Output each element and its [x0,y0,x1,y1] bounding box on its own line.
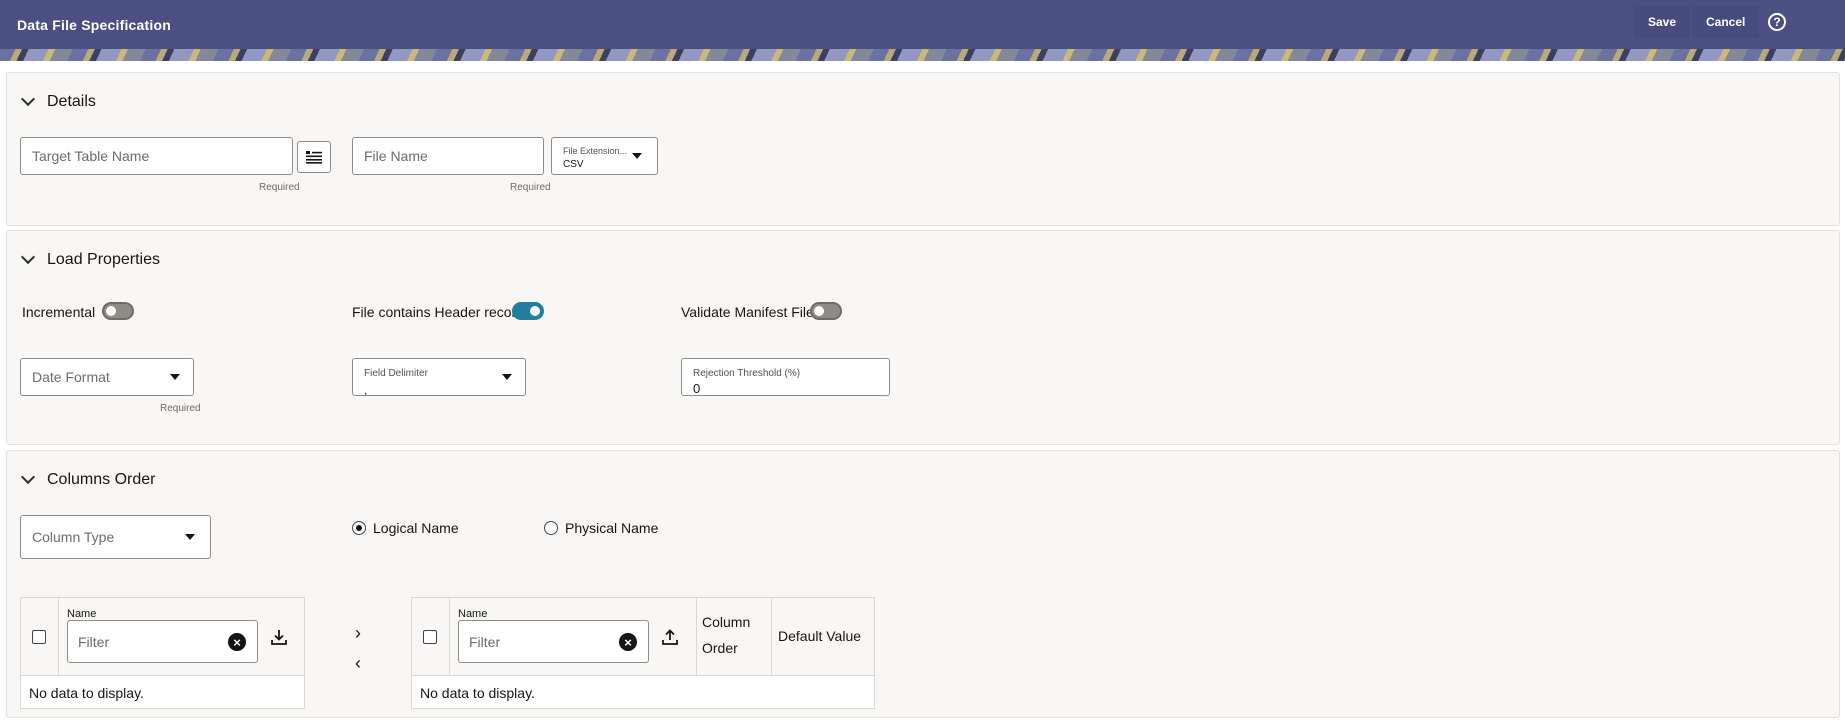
validate-manifest-toggle[interactable] [810,302,842,320]
field-delimiter-select[interactable]: Field Delimiter , [352,358,526,397]
column-type-select[interactable]: Column Type [20,515,211,559]
table-header: Name Filter × Column Order Default Value [412,598,874,676]
chevron-down-icon [170,374,180,380]
date-format-select[interactable]: Date Format [20,358,194,396]
validate-manifest-label: Validate Manifest File [681,304,814,320]
details-header[interactable]: Details [20,91,96,111]
date-format-required-hint: Required [160,403,201,414]
page-title: Data File Specification [17,17,171,33]
upload-icon[interactable] [661,628,679,646]
radio-button[interactable] [352,521,366,535]
radio-logical-name[interactable]: Logical Name [352,520,459,536]
cancel-button[interactable]: Cancel [1692,6,1760,38]
target-table-name-placeholder: Target Table Name [32,148,150,164]
radio-logical-name-label: Logical Name [373,520,459,536]
columns-order-title: Columns Order [47,471,156,488]
file-name-placeholder: File Name [364,148,428,164]
load-properties-title: Load Properties [47,251,160,268]
download-icon[interactable] [270,628,288,646]
details-title: Details [47,93,96,110]
chevron-down-icon [185,534,195,540]
header-record-label: File contains Header record [352,304,524,320]
target-table-required-hint: Required [259,182,300,193]
rejection-threshold-label: Rejection Threshold (%) [693,368,801,379]
select-all-checkbox[interactable] [423,630,437,644]
chevron-down-icon[interactable] [20,469,36,485]
load-properties-header[interactable]: Load Properties [20,249,160,269]
name-column-header: Name [458,608,488,620]
app-header: Data File Specification Save Cancel ? [0,0,1845,61]
empty-message: No data to display. [29,685,144,701]
file-extension-select[interactable]: File Extension... CSV [551,137,658,175]
header-record-toggle[interactable] [512,302,544,320]
field-delimiter-label: Field Delimiter [364,368,428,379]
chevron-down-icon [502,374,512,380]
move-left-icon[interactable]: ‹ [355,653,361,674]
chevron-down-icon[interactable] [20,91,36,107]
target-table-name-input[interactable]: Target Table Name [20,137,293,175]
table-list-button[interactable] [297,141,331,173]
column-type-placeholder: Column Type [32,529,115,545]
column-order-header: Column Order [702,614,751,656]
file-extension-label: File Extension... [563,146,628,156]
incremental-toggle[interactable] [102,302,134,320]
date-format-placeholder: Date Format [32,369,110,385]
available-columns-table: Name Filter × No data to display. [20,597,305,709]
load-properties-section: Load Properties Incremental File contain… [6,230,1840,445]
name-column-header: Name [67,608,97,620]
save-button[interactable]: Save [1634,6,1691,38]
file-extension-value: CSV [563,159,584,170]
details-section: Details Target Table Name Required File … [6,72,1840,226]
move-right-icon[interactable]: › [355,623,361,644]
filter-placeholder: Filter [469,633,501,650]
columns-order-section: Columns Order Column Type Logical Name P… [6,450,1840,718]
columns-order-header[interactable]: Columns Order [20,469,156,489]
filter-input[interactable]: Filter × [458,620,649,663]
empty-message: No data to display. [420,685,535,701]
selected-columns-table: Name Filter × Column Order Default Value… [411,597,875,709]
rejection-threshold-value: 0 [693,381,701,396]
radio-physical-name-label: Physical Name [565,520,659,536]
file-name-input[interactable]: File Name [352,137,544,175]
header-decorative-band [0,49,1845,61]
table-header: Name Filter × [21,598,304,676]
help-icon[interactable]: ? [1768,13,1786,31]
clear-icon[interactable]: × [619,633,637,651]
file-name-required-hint: Required [510,182,551,193]
default-value-header: Default Value [778,628,862,644]
incremental-label: Incremental [22,304,96,320]
chevron-down-icon[interactable] [20,249,36,265]
radio-physical-name[interactable]: Physical Name [544,520,658,536]
field-delimiter-value: , [364,383,368,397]
radio-button[interactable] [544,521,558,535]
clear-icon[interactable]: × [228,633,246,651]
rejection-threshold-input[interactable]: Rejection Threshold (%) 0 [681,358,890,396]
select-all-checkbox[interactable] [32,630,46,644]
chevron-down-icon [632,153,642,159]
list-icon [306,151,322,164]
filter-placeholder: Filter [78,633,110,650]
filter-input[interactable]: Filter × [67,620,258,663]
